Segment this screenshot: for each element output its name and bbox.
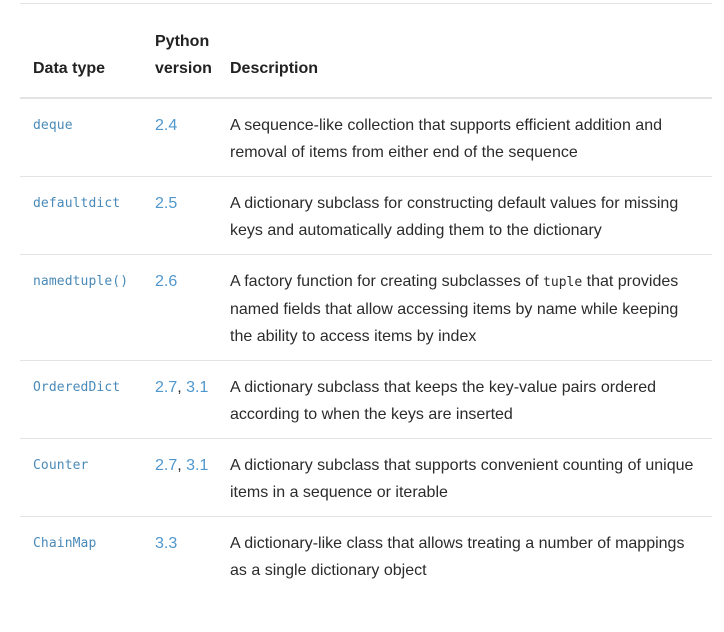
collections-data-types-table: Data type Python version Description dequ… (20, 4, 712, 594)
data-type-link[interactable]: deque (33, 118, 73, 133)
cell-description: A dictionary subclass that supports conv… (225, 438, 712, 517)
description-text: A dictionary subclass that supports conv… (230, 457, 694, 501)
cell-description: A factory function for creating subclass… (225, 254, 712, 361)
header-version-line2: version (155, 60, 212, 77)
header-python-version: Python version (141, 4, 225, 99)
version-link[interactable]: 2.6 (155, 273, 177, 290)
table-row: namedtuple() 2.6 A factory function for cr… (20, 254, 712, 361)
data-type-link[interactable]: ChainMap (33, 536, 96, 551)
table-row: deque 2.4 A sequence-like collection that … (20, 98, 712, 177)
cell-description: A dictionary subclass for constructing d… (225, 176, 712, 255)
table-row: ChainMap 3.3 A dictionary-like class that … (20, 517, 712, 595)
table-row: Counter 2.7, 3.1 A dictionary subclass tha… (20, 438, 712, 517)
description-text: A sequence-like collection that supports… (230, 117, 662, 161)
header-version-line1: Python (155, 33, 210, 50)
table-row: OrderedDict 2.7, 3.1 A dictionary subclass… (20, 360, 712, 439)
cell-data-type: Counter (20, 438, 141, 517)
version-link[interactable]: 3.3 (155, 535, 177, 552)
table-header: Data type Python version Description (20, 4, 712, 99)
cell-python-version: 2.6 (141, 254, 225, 361)
version-link[interactable]: 2.7 (155, 379, 177, 396)
version-separator: , (177, 457, 187, 474)
header-description: Description (225, 4, 712, 99)
version-link[interactable]: 2.4 (155, 117, 177, 134)
cell-python-version: 2.4 (141, 98, 225, 177)
page: Data type Python version Description dequ… (0, 0, 724, 632)
version-link[interactable]: 2.7 (155, 457, 177, 474)
cell-data-type: defaultdict (20, 176, 141, 255)
data-type-link[interactable]: namedtuple() (33, 274, 128, 289)
cell-description: A dictionary subclass that keeps the key… (225, 360, 712, 439)
inline-code: tuple (543, 275, 583, 290)
version-link[interactable]: 2.5 (155, 195, 177, 212)
cell-python-version: 2.7, 3.1 (141, 438, 225, 517)
header-data-type: Data type (20, 4, 141, 99)
cell-description: A dictionary-like class that allows trea… (225, 517, 712, 595)
description-text: A dictionary-like class that allows trea… (230, 535, 685, 579)
data-type-link[interactable]: defaultdict (33, 196, 120, 211)
header-row: Data type Python version Description (20, 4, 712, 99)
version-link[interactable]: 3.1 (186, 457, 208, 474)
data-type-link[interactable]: Counter (33, 458, 89, 473)
cell-data-type: namedtuple() (20, 254, 141, 361)
cell-description: A sequence-like collection that supports… (225, 98, 712, 177)
description-text: A factory function for creating subclass… (230, 273, 544, 290)
description-text: A dictionary subclass that keeps the key… (230, 379, 657, 423)
cell-python-version: 2.7, 3.1 (141, 360, 225, 439)
cell-data-type: OrderedDict (20, 360, 141, 439)
table-row: defaultdict 2.5 A dictionary subclass for … (20, 176, 712, 255)
cell-data-type: ChainMap (20, 517, 141, 595)
table-body: deque 2.4 A sequence-like collection that … (20, 98, 712, 594)
cell-data-type: deque (20, 98, 141, 177)
version-link[interactable]: 3.1 (186, 379, 208, 396)
cell-python-version: 2.5 (141, 176, 225, 255)
data-type-link[interactable]: OrderedDict (33, 380, 120, 395)
version-separator: , (177, 379, 187, 396)
cell-python-version: 3.3 (141, 517, 225, 595)
description-text: A dictionary subclass for constructing d… (230, 195, 679, 239)
